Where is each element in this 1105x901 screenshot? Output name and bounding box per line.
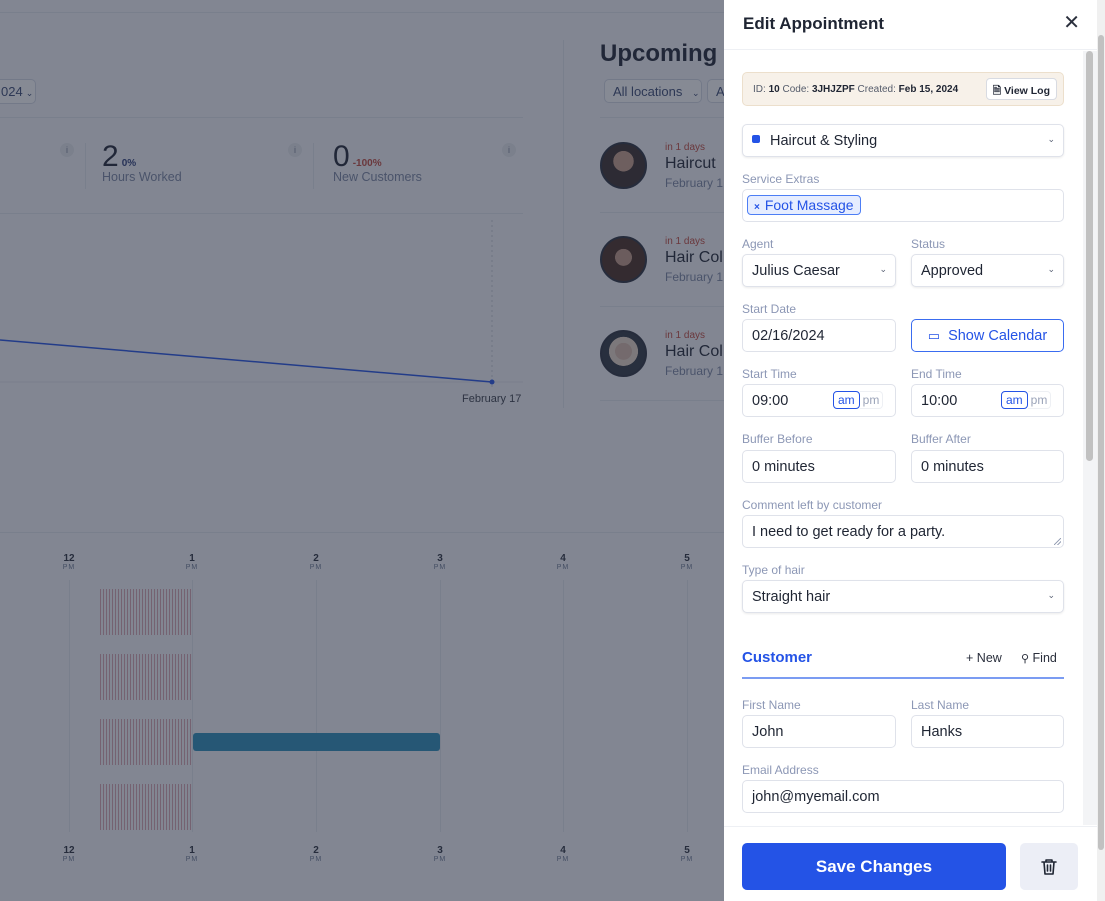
end-time-input[interactable]: 10:00 am pm bbox=[911, 384, 1064, 417]
am-option[interactable]: am bbox=[1001, 391, 1028, 409]
created-date: Feb 15, 2024 bbox=[898, 84, 959, 95]
form-scrollbar[interactable] bbox=[1083, 51, 1097, 825]
last-name-label: Last Name bbox=[911, 698, 970, 712]
service-extras-input[interactable]: × Foot Massage bbox=[742, 189, 1064, 222]
pm-option[interactable]: pm bbox=[859, 391, 884, 409]
trash-icon bbox=[1041, 859, 1057, 875]
service-extras-label: Service Extras bbox=[742, 172, 820, 186]
service-color-swatch bbox=[752, 135, 760, 143]
start-date-label: Start Date bbox=[742, 302, 797, 316]
plus-icon: + bbox=[966, 651, 974, 665]
start-date-input[interactable]: 02/16/2024 bbox=[742, 319, 896, 352]
last-name-input[interactable]: Hanks bbox=[911, 715, 1064, 748]
panel-header: Edit Appointment ✕ bbox=[724, 0, 1097, 50]
chevron-down-icon: ⌄ bbox=[879, 264, 887, 274]
customer-section-title: Customer bbox=[742, 649, 813, 666]
resize-handle[interactable] bbox=[1054, 538, 1061, 545]
edit-appointment-panel: Edit Appointment ✕ ID: 10 Code: 3JHJZPF … bbox=[724, 0, 1097, 901]
page-scrollbar[interactable] bbox=[1097, 0, 1105, 901]
start-time-label: Start Time bbox=[742, 367, 797, 381]
appointment-code: 3JHJZPF bbox=[811, 84, 855, 95]
end-time-label: End Time bbox=[911, 367, 962, 381]
customer-section-header: Customer + New ⚲ Find bbox=[742, 641, 1064, 679]
delete-button[interactable] bbox=[1020, 843, 1078, 890]
chevron-down-icon: ⌄ bbox=[1047, 134, 1055, 144]
panel-footer: Save Changes bbox=[724, 826, 1097, 901]
panel-title: Edit Appointment bbox=[743, 14, 885, 33]
hair-type-label: Type of hair bbox=[742, 563, 805, 577]
chevron-down-icon: ⌄ bbox=[1047, 264, 1055, 274]
chevron-down-icon: ⌄ bbox=[1047, 590, 1055, 600]
search-icon: ⚲ bbox=[1021, 653, 1030, 665]
view-log-button[interactable]: 🗎 View Log bbox=[985, 78, 1057, 100]
start-time-input[interactable]: 09:00 am pm bbox=[742, 384, 896, 417]
document-icon: 🗎 bbox=[992, 85, 1002, 97]
email-input[interactable]: john@myemail.com bbox=[742, 780, 1064, 813]
start-time-ampm-toggle[interactable]: am pm bbox=[833, 391, 884, 410]
calendar-icon: ▭ bbox=[927, 328, 941, 343]
buffer-before-input[interactable]: 0 minutes bbox=[742, 450, 896, 483]
status-label: Status bbox=[911, 237, 946, 251]
email-label: Email Address bbox=[742, 763, 819, 777]
service-extra-tag: × Foot Massage bbox=[747, 195, 861, 215]
hair-type-select[interactable]: Straight hair ⌄ bbox=[742, 580, 1064, 613]
new-customer-button[interactable]: + New bbox=[966, 651, 1002, 665]
remove-tag-icon[interactable]: × bbox=[754, 202, 760, 213]
first-name-input[interactable]: John bbox=[742, 715, 896, 748]
appointment-meta: ID: 10 Code: 3JHJZPF Created: Feb 15, 20… bbox=[742, 72, 1064, 106]
buffer-before-label: Buffer Before bbox=[742, 432, 813, 446]
form-scrollbar-thumb[interactable] bbox=[1086, 51, 1093, 461]
comment-textarea[interactable]: I need to get ready for a party. bbox=[742, 515, 1064, 548]
meta-text: ID: 10 Code: 3JHJZPF Created: Feb 15, 20… bbox=[753, 84, 959, 95]
first-name-label: First Name bbox=[742, 698, 801, 712]
show-calendar-button[interactable]: ▭ Show Calendar bbox=[911, 319, 1064, 352]
comment-label: Comment left by customer bbox=[742, 498, 883, 512]
end-time-ampm-toggle[interactable]: am pm bbox=[1001, 391, 1052, 410]
save-changes-button[interactable]: Save Changes bbox=[742, 843, 1006, 890]
am-option[interactable]: am bbox=[833, 391, 860, 409]
page-scrollbar-thumb[interactable] bbox=[1098, 35, 1104, 850]
appointment-form: ID: 10 Code: 3JHJZPF Created: Feb 15, 20… bbox=[724, 51, 1097, 825]
find-customer-button[interactable]: ⚲ Find bbox=[1021, 651, 1057, 665]
buffer-after-label: Buffer After bbox=[911, 432, 971, 446]
agent-label: Agent bbox=[742, 237, 774, 251]
service-select[interactable]: Haircut & Styling ⌄ bbox=[742, 124, 1064, 157]
buffer-after-input[interactable]: 0 minutes bbox=[911, 450, 1064, 483]
appointment-id: 10 bbox=[768, 84, 780, 95]
status-select[interactable]: Approved ⌄ bbox=[911, 254, 1064, 287]
close-icon[interactable]: ✕ bbox=[1063, 12, 1080, 34]
pm-option[interactable]: pm bbox=[1027, 391, 1052, 409]
agent-select[interactable]: Julius Caesar ⌄ bbox=[742, 254, 896, 287]
